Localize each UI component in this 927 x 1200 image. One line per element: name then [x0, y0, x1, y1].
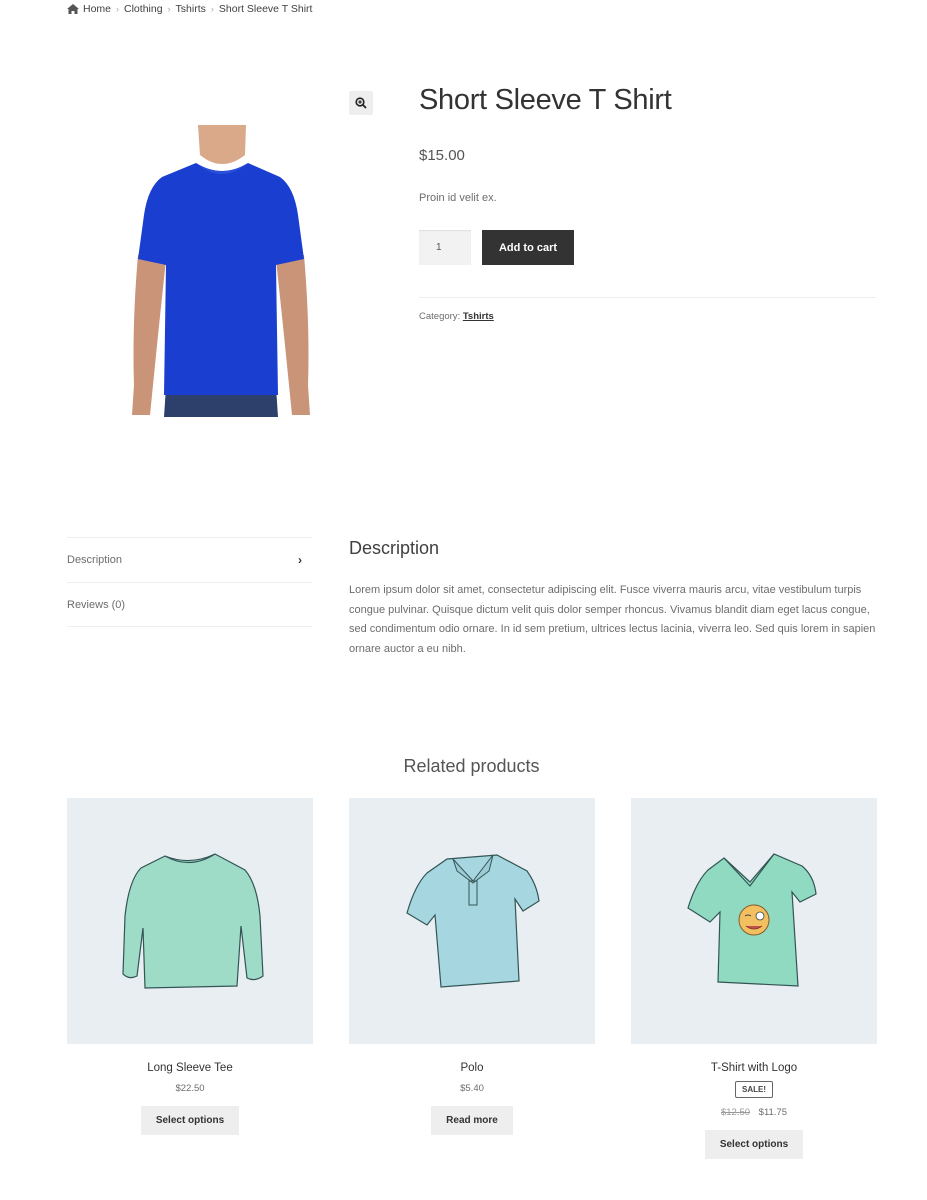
product-price: $15.00 [419, 147, 465, 164]
breadcrumb-separator: › [167, 4, 171, 14]
product-name[interactable]: Polo [460, 1062, 483, 1074]
description-body: Lorem ipsum dolor sit amet, consectetur … [349, 584, 876, 655]
product-meta: Category: Tshirts [419, 311, 876, 322]
product-card: Long Sleeve Tee $22.50 Select options [67, 798, 313, 1159]
breadcrumb-current: Short Sleeve T Shirt [218, 3, 313, 15]
gallery-zoom-button[interactable] [349, 91, 373, 115]
breadcrumb-home[interactable]: Home [83, 3, 111, 15]
breadcrumb-clothing[interactable]: Clothing [124, 3, 163, 15]
breadcrumb-separator: › [210, 4, 214, 14]
description-title: Description [349, 538, 440, 558]
breadcrumb-tshirts[interactable]: Tshirts [176, 3, 206, 15]
tshirt-with-logo-image [687, 853, 817, 987]
product-image[interactable] [67, 798, 313, 1044]
quantity-input[interactable]: 1 [419, 230, 471, 265]
product-short-description: Proin id velit ex. [419, 192, 497, 204]
zoom-in-icon [355, 97, 367, 109]
related-products-title: Related products [403, 756, 540, 776]
description-panel: Description Lorem ipsum dolor sit amet, … [349, 538, 876, 659]
product-main-image[interactable] [128, 125, 314, 417]
select-options-button[interactable]: Select options [140, 1106, 240, 1135]
add-to-cart-button[interactable]: Add to cart [482, 230, 574, 265]
add-to-cart-form: 1 Add to cart [419, 230, 876, 265]
product-name[interactable]: Long Sleeve Tee [147, 1062, 232, 1074]
polo-image [406, 854, 540, 988]
sale-badge: SALE! [735, 1081, 773, 1098]
tab-label: Description [67, 554, 123, 566]
home-icon [67, 4, 79, 14]
related-products-list: Long Sleeve Tee $22.50 Select options Po… [67, 798, 877, 1159]
tab-description[interactable]: Description › [67, 537, 312, 582]
product-tabs: Description › Reviews (0) [67, 537, 312, 627]
product-name[interactable]: T-Shirt with Logo [711, 1062, 797, 1074]
product-image[interactable] [631, 798, 877, 1044]
product-image[interactable] [349, 798, 595, 1044]
product-card: Polo $5.40 Read more [349, 798, 595, 1159]
product-card: T-Shirt with Logo SALE! $12.50 $11.75 Se… [631, 798, 877, 1159]
product-price: $5.40 [460, 1083, 484, 1094]
category-link[interactable]: Tshirts [463, 311, 494, 322]
chevron-right-icon: › [298, 553, 302, 567]
breadcrumb-separator: › [116, 4, 120, 14]
breadcrumb: Home › Clothing › Tshirts › Short Sleeve… [67, 3, 312, 15]
product-title: Short Sleeve T Shirt [419, 84, 672, 116]
tab-reviews[interactable]: Reviews (0) [67, 582, 312, 627]
product-price: $12.50 $11.75 [721, 1107, 787, 1118]
tab-label: Reviews (0) [67, 598, 126, 611]
select-options-button[interactable]: Select options [704, 1130, 804, 1159]
read-more-button[interactable]: Read more [431, 1106, 513, 1135]
product-summary: Short Sleeve T Shirt $15.00 Proin id vel… [419, 84, 876, 322]
long-sleeve-tee-image [122, 853, 264, 989]
old-price: $12.50 [720, 1107, 751, 1118]
category-label: Category: [419, 311, 461, 322]
sale-price: $11.75 [758, 1107, 788, 1118]
product-price: $22.50 [175, 1083, 205, 1094]
divider [419, 297, 876, 298]
